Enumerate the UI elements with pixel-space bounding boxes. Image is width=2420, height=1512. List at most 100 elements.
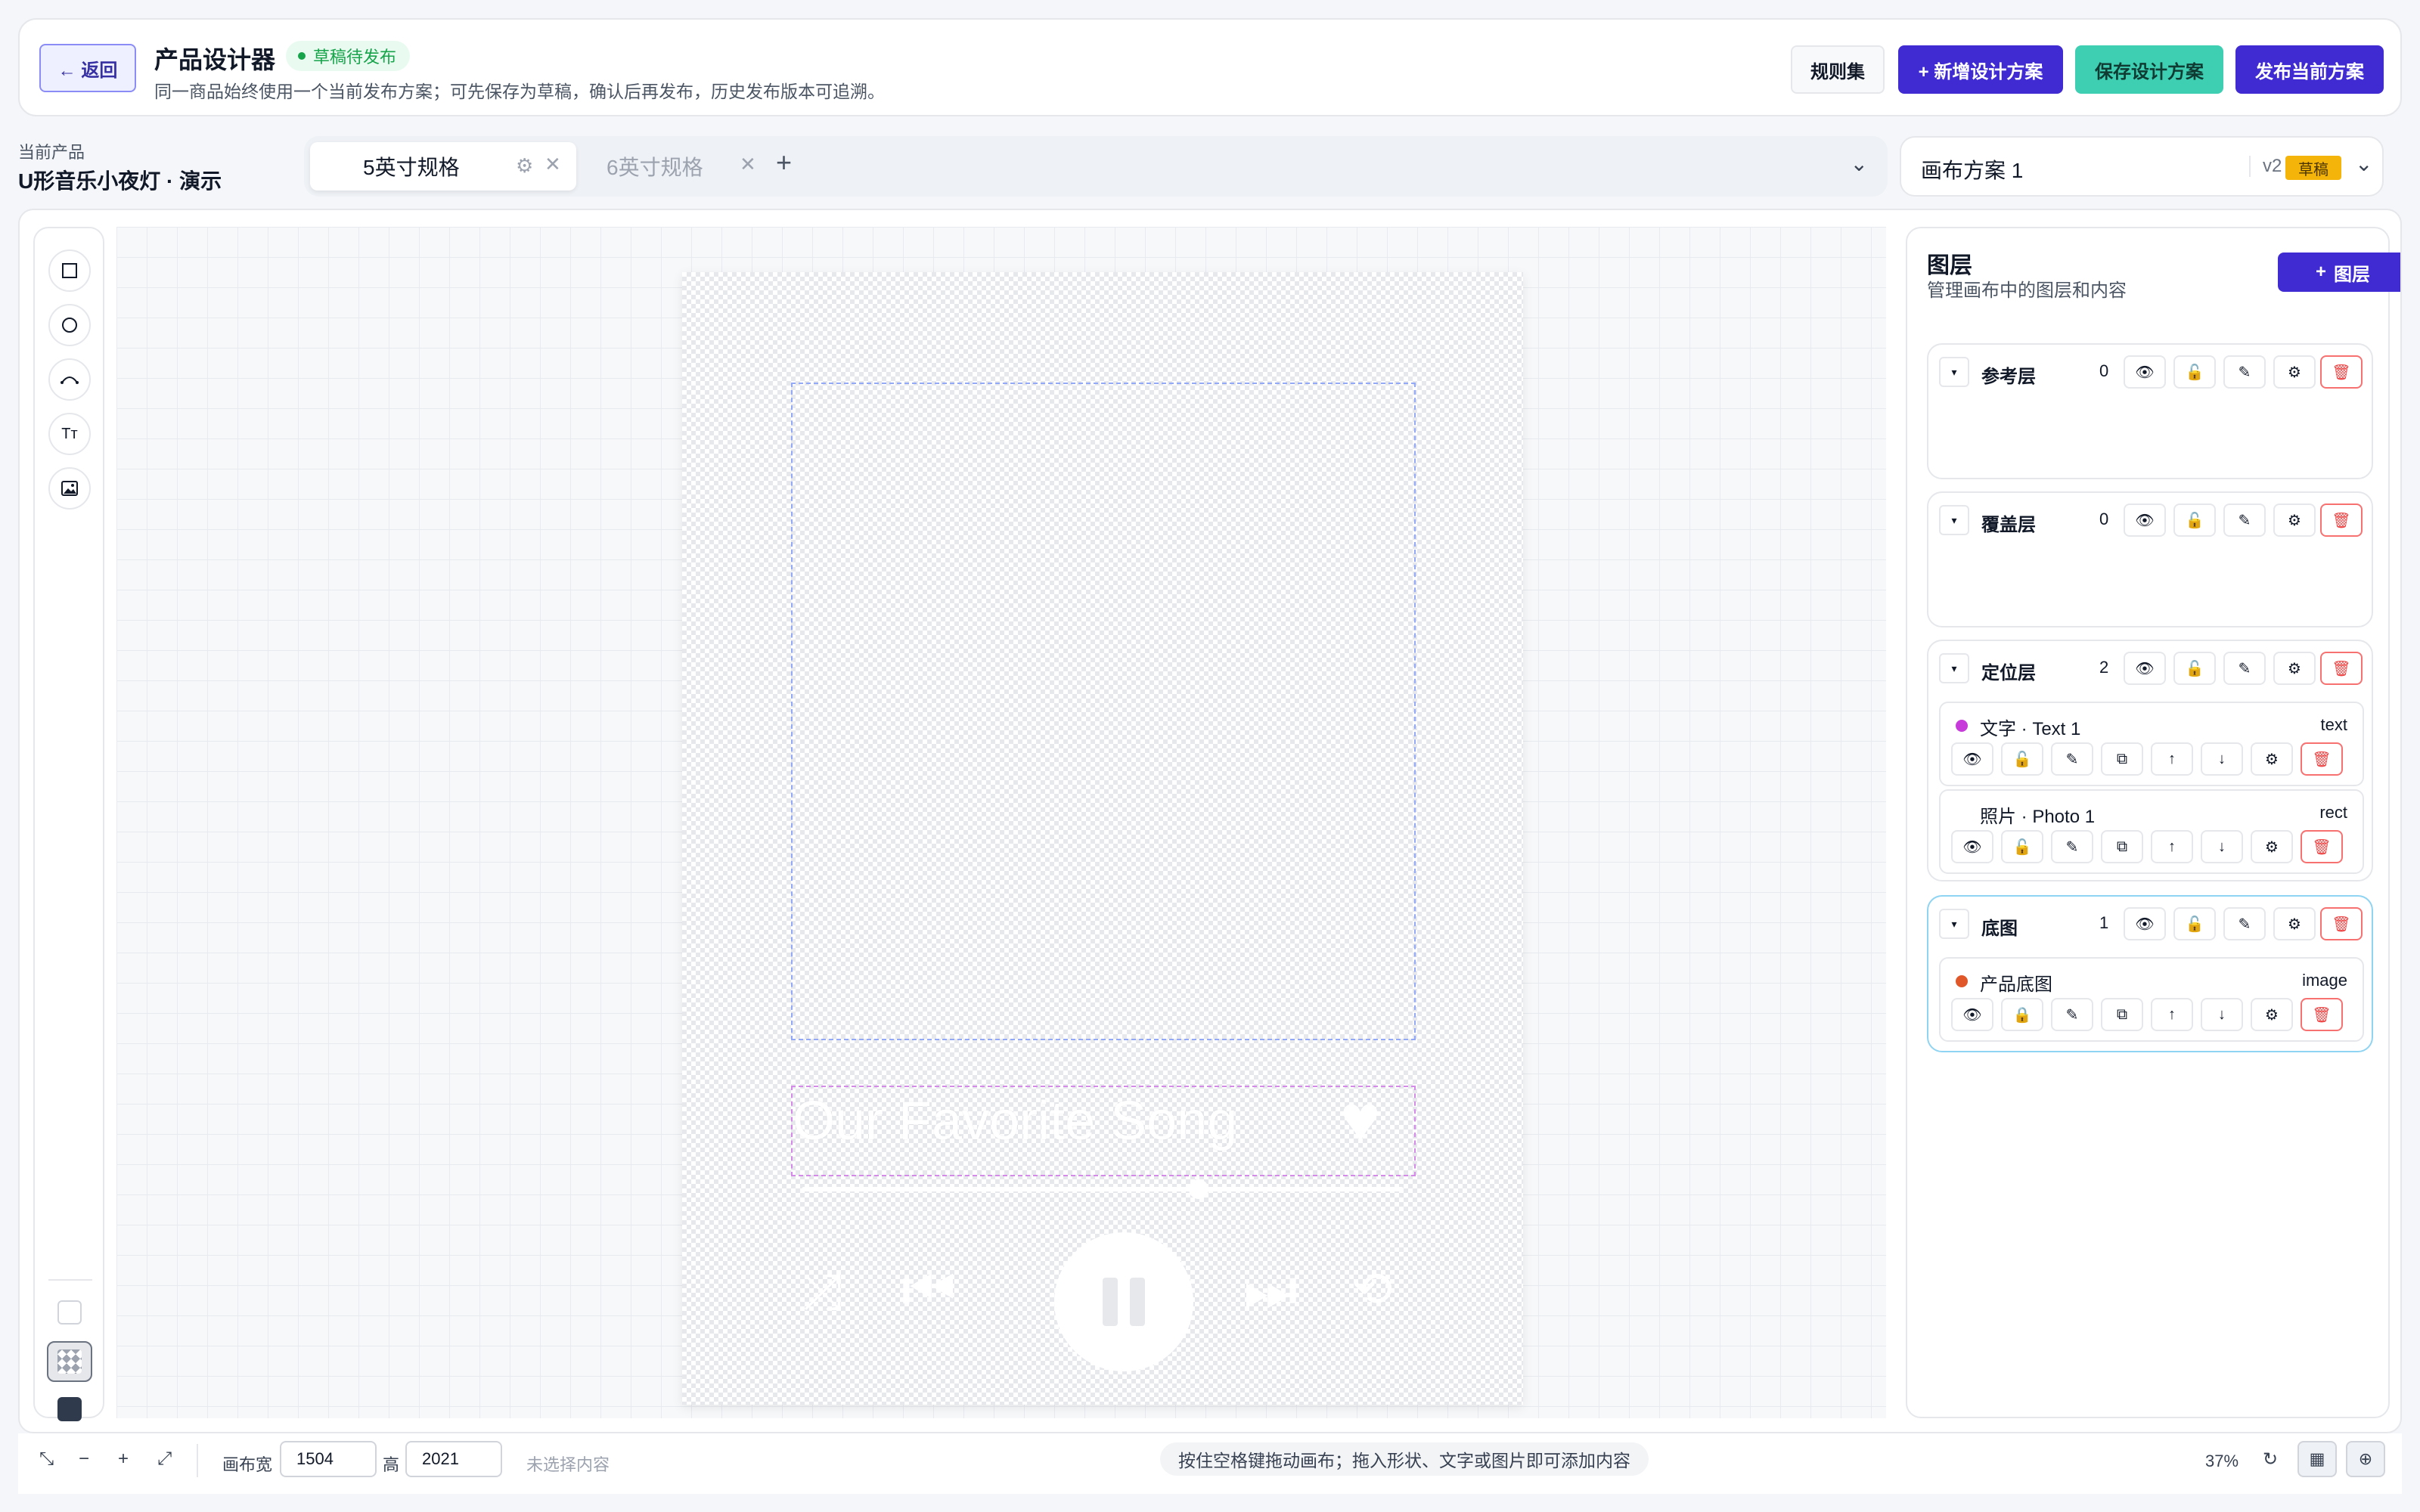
- chevron-down-icon[interactable]: ⌄: [2355, 151, 2372, 176]
- lock-icon[interactable]: 🔓: [2173, 907, 2216, 940]
- bg-dark-swatch[interactable]: [57, 1397, 82, 1421]
- edit-icon[interactable]: ✎: [2223, 652, 2266, 685]
- layer-group-header: ▾ 底图 1 👁 🔓 ✎ ⚙ 🗑: [1928, 897, 2372, 951]
- canvas-viewport[interactable]: Our Favorite Song ♥ ⤮ ⏮ ⏭ ⟲: [116, 227, 1886, 1418]
- trash-icon[interactable]: 🗑: [2320, 355, 2363, 389]
- layer-group-header: ▾ 覆盖层 0 👁 🔓 ✎ ⚙ 🗑: [1928, 493, 2372, 547]
- eye-icon[interactable]: 👁: [2124, 355, 2166, 389]
- eye-icon[interactable]: 👁: [2124, 907, 2166, 940]
- copy-icon[interactable]: ⧉: [2101, 742, 2143, 776]
- trash-icon[interactable]: 🗑: [2301, 742, 2343, 776]
- chevron-down-icon[interactable]: ⌄: [1851, 151, 1868, 176]
- layer-item[interactable]: 照片 · Photo 1 rect 👁 🔓 ✎ ⧉ ↑ ↓ ⚙ 🗑: [1939, 789, 2364, 874]
- tab-label: 6英寸规格: [607, 156, 703, 179]
- eye-icon[interactable]: 👁: [1951, 998, 1993, 1031]
- text-tool-icon[interactable]: Tт: [48, 413, 91, 455]
- edit-icon[interactable]: ✎: [2051, 742, 2093, 776]
- arrow-up-icon[interactable]: ↑: [2151, 742, 2193, 776]
- trash-icon[interactable]: 🗑: [2301, 830, 2343, 863]
- photo-placeholder[interactable]: [791, 383, 1416, 1040]
- eye-icon[interactable]: 👁: [1951, 830, 1993, 863]
- edit-icon[interactable]: ✎: [2223, 907, 2266, 940]
- lock-icon[interactable]: 🔒: [2001, 998, 2043, 1031]
- add-design-button[interactable]: + 新增设计方案: [1898, 45, 2063, 94]
- tool-divider: [48, 1279, 92, 1281]
- zoom-in-icon[interactable]: +: [118, 1448, 129, 1470]
- tab-6-inch[interactable]: 6英寸规格 ✕: [591, 142, 758, 191]
- skip-next-icon: ⏭: [1243, 1256, 1298, 1323]
- gear-icon[interactable]: ⚙: [2273, 355, 2316, 389]
- arrow-down-icon[interactable]: ↓: [2201, 830, 2243, 863]
- reset-zoom-icon[interactable]: ↻: [2263, 1448, 2278, 1470]
- close-icon[interactable]: ✕: [544, 153, 561, 176]
- layer-group-count: 0: [2099, 510, 2109, 528]
- rules-button[interactable]: 规则集: [1791, 45, 1885, 94]
- edit-icon[interactable]: ✎: [2223, 503, 2266, 537]
- zoom-level: 37%: [2205, 1452, 2239, 1470]
- lock-icon[interactable]: 🔓: [2173, 355, 2216, 389]
- status-bar: ⤡ − + ⤢ 画布宽 高 未选择内容 按住空格键拖动画布；拖入形状、文字或图片…: [18, 1433, 2402, 1494]
- trash-icon[interactable]: 🗑: [2320, 652, 2363, 685]
- bg-transparent-swatch[interactable]: [47, 1341, 92, 1382]
- lock-icon[interactable]: 🔓: [2001, 830, 2043, 863]
- gear-icon[interactable]: ⚙: [2273, 907, 2316, 940]
- layer-item[interactable]: 文字 · Text 1 text 👁 🔓 ✎ ⧉ ↑ ↓ ⚙ 🗑: [1939, 702, 2364, 786]
- arrow-up-icon[interactable]: ↑: [2151, 830, 2193, 863]
- circle-tool-icon[interactable]: [48, 304, 91, 346]
- rectangle-tool-icon[interactable]: [48, 249, 91, 292]
- collapse-toggle-icon[interactable]: ▾: [1939, 909, 1969, 939]
- zoom-out-icon[interactable]: −: [79, 1448, 89, 1470]
- save-design-button[interactable]: 保存设计方案: [2075, 45, 2223, 94]
- lock-icon[interactable]: 🔓: [2001, 742, 2043, 776]
- copy-icon[interactable]: ⧉: [2101, 998, 2143, 1031]
- copy-icon[interactable]: ⧉: [2101, 830, 2143, 863]
- collapse-toggle-icon[interactable]: ▾: [1939, 505, 1969, 535]
- gear-icon[interactable]: ⚙: [2251, 742, 2293, 776]
- add-tab-icon[interactable]: +: [776, 147, 792, 178]
- layer-item[interactable]: 产品底图 image 👁 🔒 ✎ ⧉ ↑ ↓ ⚙ 🗑: [1939, 957, 2364, 1042]
- pen-tool-icon[interactable]: [48, 358, 91, 401]
- eye-icon[interactable]: 👁: [2124, 503, 2166, 537]
- gear-icon[interactable]: ⚙: [2251, 998, 2293, 1031]
- trash-icon[interactable]: 🗑: [2320, 907, 2363, 940]
- gear-icon[interactable]: ⚙: [2251, 830, 2293, 863]
- scheme-select[interactable]: 画布方案 1 v2 草稿 ⌄: [1900, 136, 2384, 197]
- eye-icon[interactable]: 👁: [2124, 652, 2166, 685]
- image-tool-icon[interactable]: [48, 467, 91, 510]
- publish-button[interactable]: 发布当前方案: [2235, 45, 2384, 94]
- edit-icon[interactable]: ✎: [2223, 355, 2266, 389]
- eye-icon[interactable]: 👁: [1951, 742, 1993, 776]
- close-icon[interactable]: ✕: [740, 153, 756, 176]
- layer-group-name: 底图: [1981, 919, 2018, 939]
- design-canvas[interactable]: Our Favorite Song ♥ ⤮ ⏮ ⏭ ⟲: [682, 272, 1523, 1405]
- gear-icon[interactable]: ⚙: [2273, 652, 2316, 685]
- arrow-down-icon[interactable]: ↓: [2201, 742, 2243, 776]
- arrow-up-icon[interactable]: ↑: [2151, 998, 2193, 1031]
- tab-5-inch[interactable]: 5英寸规格 ⚙ ✕: [310, 142, 576, 191]
- canvas-width-input[interactable]: [280, 1441, 377, 1477]
- edit-icon[interactable]: ✎: [2051, 998, 2093, 1031]
- snap-toggle-icon[interactable]: ⊕: [2346, 1441, 2385, 1477]
- trash-icon[interactable]: 🗑: [2320, 503, 2363, 537]
- layer-group-count: 0: [2099, 361, 2109, 380]
- add-layer-button[interactable]: + 图层: [2278, 253, 2400, 292]
- expand-icon[interactable]: ⤢: [157, 1448, 172, 1470]
- grid-toggle-icon[interactable]: ▦: [2297, 1441, 2337, 1477]
- gear-icon[interactable]: ⚙: [2273, 503, 2316, 537]
- bg-white-swatch[interactable]: [57, 1300, 82, 1325]
- fit-screen-icon[interactable]: ⤡: [39, 1448, 54, 1470]
- arrow-down-icon[interactable]: ↓: [2201, 998, 2243, 1031]
- lock-icon[interactable]: 🔓: [2173, 503, 2216, 537]
- lock-icon[interactable]: 🔓: [2173, 652, 2216, 685]
- collapse-toggle-icon[interactable]: ▾: [1939, 653, 1969, 683]
- trash-icon[interactable]: 🗑: [2301, 998, 2343, 1031]
- collapse-toggle-icon[interactable]: ▾: [1939, 357, 1969, 387]
- gear-icon[interactable]: ⚙: [516, 154, 533, 178]
- edit-icon[interactable]: ✎: [2051, 830, 2093, 863]
- status-badge-label: 草稿待发布: [313, 48, 397, 67]
- canvas-height-input[interactable]: [405, 1441, 502, 1477]
- scheme-status-badge: 草稿: [2285, 156, 2341, 180]
- back-button[interactable]: ← 返回: [39, 44, 136, 92]
- layer-group-count: 2: [2099, 658, 2109, 677]
- layer-item-type: text: [2320, 715, 2347, 734]
